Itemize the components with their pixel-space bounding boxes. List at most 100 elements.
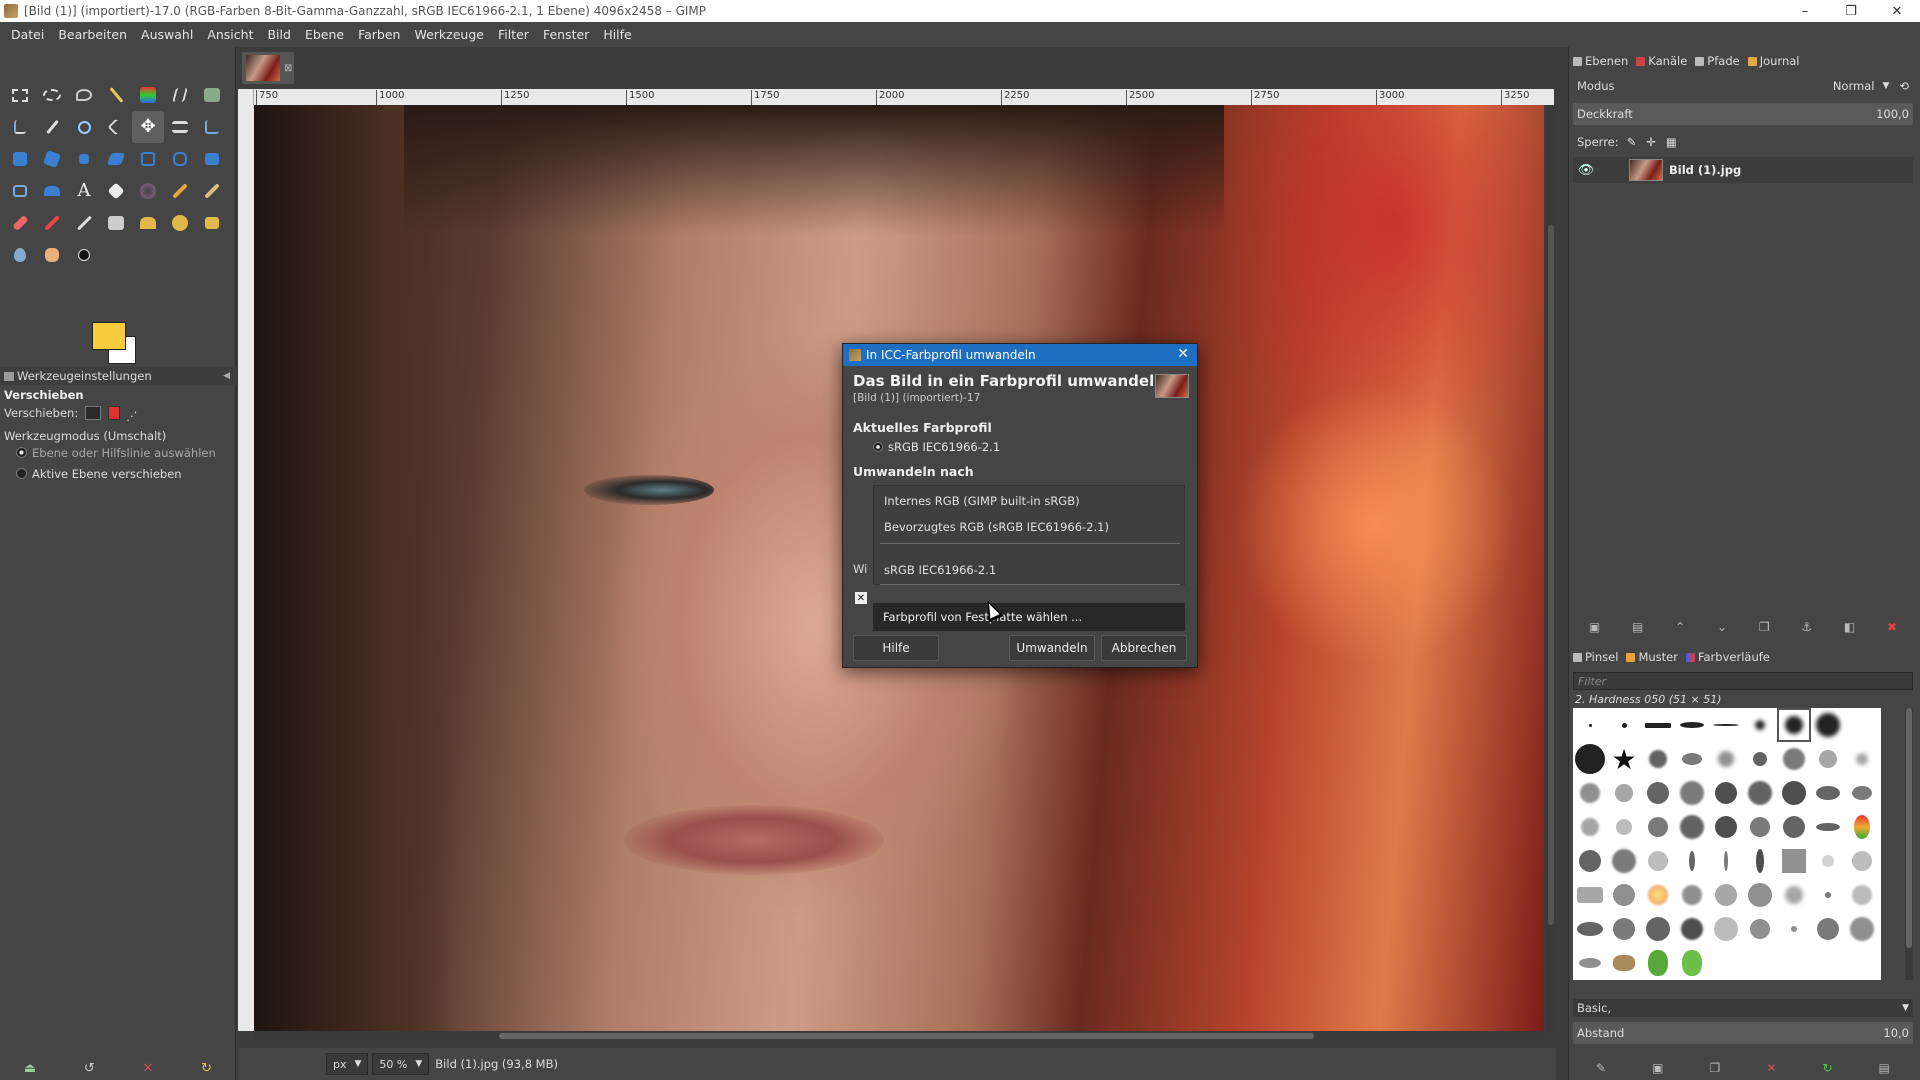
brush-swatch[interactable] [1845,708,1879,742]
brush-swatch[interactable]: ★ [1607,742,1641,776]
ruler-corner[interactable] [238,89,254,105]
foreground-select-tool[interactable] [196,79,228,111]
cancel-button[interactable]: Abbrechen [1101,635,1187,661]
brush-swatch[interactable] [1675,878,1709,912]
menu-filter[interactable]: Filter [491,27,536,42]
brush-swatch[interactable] [1709,708,1743,742]
paths-tool[interactable] [4,175,36,207]
raise-layer-icon[interactable]: ⌃ [1675,620,1685,634]
brush-swatch[interactable] [1675,776,1709,810]
layer-item[interactable]: 👁 Bild (1).jpg [1573,157,1913,183]
perspective-tool[interactable] [196,143,228,175]
brush-swatch[interactable] [1641,708,1675,742]
brush-swatch[interactable] [1811,742,1845,776]
help-button[interactable]: Hilfe [853,635,939,661]
scrollbar-thumb[interactable] [1906,708,1912,948]
maximize-button[interactable]: ❐ [1828,0,1874,22]
menu-bearbeiten[interactable]: Bearbeiten [51,27,134,42]
clone-tool[interactable] [132,207,164,239]
menu-bild[interactable]: Bild [260,27,297,42]
brush-swatch[interactable] [1675,912,1709,946]
brush-swatch[interactable] [1811,878,1845,912]
scale-tool[interactable] [68,143,100,175]
convert-button[interactable]: Umwandeln [1009,635,1095,661]
brush-swatch[interactable] [1743,878,1777,912]
smudge-tool[interactable] [36,239,68,271]
delete-brush-icon[interactable]: ✕ [1766,1061,1776,1075]
move-layer-icon[interactable] [84,406,101,420]
menu-werkzeuge[interactable]: Werkzeuge [407,27,491,42]
tab-gradients[interactable]: Farbverläufe [1685,650,1770,664]
brush-swatch[interactable] [1845,912,1879,946]
menu-auswahl[interactable]: Auswahl [134,27,200,42]
warp-transform-tool[interactable] [164,143,196,175]
brush-swatch[interactable] [1641,912,1675,946]
tab-paths[interactable]: Pfade [1695,54,1740,68]
brush-swatch[interactable] [1675,708,1709,742]
scissors-select-tool[interactable] [164,79,196,111]
brush-swatch[interactable] [1845,776,1879,810]
gradient-tool[interactable] [132,175,164,207]
brush-swatch[interactable] [1607,776,1641,810]
brush-swatch[interactable] [1811,708,1845,742]
opacity-spinner[interactable]: Deckkraft 100,0 [1573,103,1913,125]
brush-swatch[interactable] [1709,742,1743,776]
close-image-icon[interactable]: ⊠ [284,63,292,74]
eraser-tool[interactable] [4,207,36,239]
brush-swatch[interactable] [1811,810,1845,844]
menu-ansicht[interactable]: Ansicht [200,27,260,42]
move-selection-icon[interactable] [107,406,120,420]
paintbrush-tool[interactable] [196,175,228,207]
brush-swatch[interactable] [1845,844,1879,878]
unified-transform-tool[interactable] [4,143,36,175]
new-brush-icon[interactable]: ▣ [1652,1061,1663,1075]
brush-swatch[interactable] [1641,776,1675,810]
tab-journal[interactable]: Journal [1747,54,1799,68]
menu-farben[interactable]: Farben [351,27,407,42]
vertical-ruler[interactable] [238,105,254,1031]
choose-profile-from-disk-option[interactable]: Farbprofil von Festplatte wählen ... [873,603,1185,631]
rotate-tool[interactable] [36,143,68,175]
canvas-vertical-scrollbar[interactable] [1546,105,1556,1031]
brush-grid-scrollbar[interactable] [1905,708,1913,980]
dialog-title-bar[interactable]: In ICC-Farbprofil umwandeln ✕ [843,344,1197,366]
mypaint-brush-tool[interactable] [100,207,132,239]
free-select-tool[interactable] [68,79,100,111]
shear-tool[interactable] [100,143,132,175]
new-layer-icon[interactable]: ▣ [1589,620,1600,634]
refresh-brushes-icon[interactable]: ↻ [1822,1061,1832,1075]
move-path-icon[interactable]: ⋰ [126,409,142,423]
fuzzy-select-tool[interactable] [100,79,132,111]
spacing-spinner[interactable]: Abstand 10,0 [1573,1022,1913,1044]
brush-swatch[interactable] [1607,708,1641,742]
brush-swatch[interactable] [1777,810,1811,844]
brush-swatch-selected[interactable] [1777,708,1811,742]
tab-patterns[interactable]: Muster [1626,650,1678,664]
brush-swatch[interactable] [1607,946,1641,980]
tab-channels[interactable]: Kanäle [1636,54,1687,68]
brush-swatch[interactable] [1675,742,1709,776]
duplicate-brush-icon[interactable]: ❐ [1710,1061,1721,1075]
menu-fenster[interactable]: Fenster [536,27,596,42]
brush-swatch[interactable] [1811,844,1845,878]
brush-swatch[interactable] [1675,946,1709,980]
reset-options-icon[interactable]: ↻ [201,1061,212,1076]
pick-layer-option[interactable]: Ebene oder Hilfslinie auswählen [16,446,216,460]
zoom-select[interactable]: 50 % ▼ [372,1053,430,1075]
brush-swatch[interactable] [1607,844,1641,878]
profile-option-internal-rgb[interactable]: Internes RGB (GIMP built-in sRGB) [884,494,1080,508]
handle-transform-tool[interactable] [36,175,68,207]
brush-swatch[interactable] [1777,742,1811,776]
move-active-option[interactable]: Aktive Ebene verschieben [16,467,182,481]
unit-select[interactable]: px ▼ [326,1053,369,1075]
save-options-icon[interactable]: ⏏ [24,1061,36,1076]
brush-swatch[interactable] [1777,878,1811,912]
tool-options-tab[interactable]: Werkzeugeinstellungen ◀ [0,367,236,385]
lock-alpha-icon[interactable]: ▦ [1666,135,1677,149]
profile-option-srgb[interactable]: sRGB IEC61966-2.1 [884,563,996,577]
tab-menu-icon[interactable]: ◀ [223,371,230,381]
visibility-eye-icon[interactable]: 👁 [1573,163,1599,178]
crop-tool-a[interactable] [4,111,36,143]
image-tab[interactable]: ⊠ [242,52,294,84]
dialog-close-icon[interactable]: ✕ [1177,346,1189,362]
